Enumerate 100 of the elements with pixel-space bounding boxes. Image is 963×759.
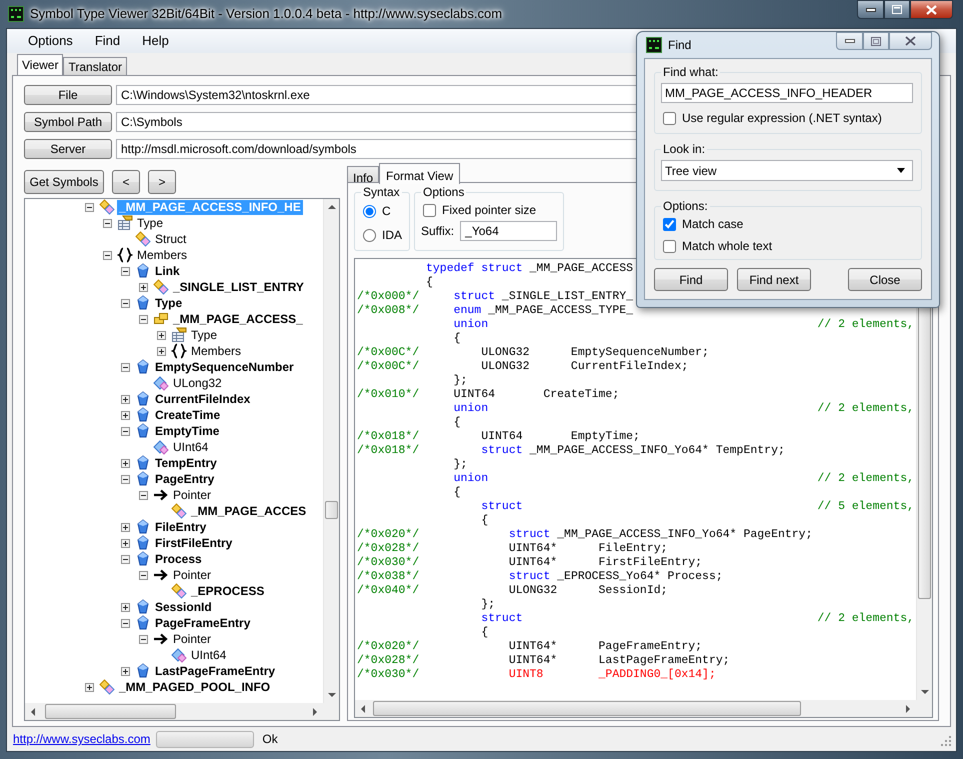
tree-toggle[interactable] (139, 634, 148, 644)
scroll-down-icon[interactable] (921, 690, 929, 694)
scroll-up-icon[interactable] (328, 205, 336, 209)
get-symbols-button[interactable]: Get Symbols (24, 170, 104, 194)
checkbox[interactable] (663, 218, 676, 230)
forward-button[interactable]: > (148, 170, 176, 194)
tree-node[interactable]: Pointer (171, 632, 214, 646)
tree-node[interactable]: _MM_PAGED_POOL_INFO (117, 680, 272, 694)
tree-toggle[interactable] (121, 554, 130, 564)
maximize-button[interactable] (884, 0, 910, 19)
dialog-button[interactable]: Find (654, 268, 728, 291)
tree-toggle[interactable] (139, 490, 148, 500)
checkbox-label[interactable]: Match whole text (682, 237, 772, 255)
tree-node[interactable]: UInt64 (189, 648, 228, 662)
menu-item[interactable]: Find (84, 31, 132, 51)
tree-toggle[interactable] (121, 426, 130, 436)
tree-node[interactable]: _MM_PAGE_ACCESS_ (171, 312, 305, 326)
suffix-field[interactable]: _Yo64 (460, 221, 557, 241)
tree-node[interactable]: _MM_PAGE_ACCES (189, 504, 308, 518)
scrollbar-thumb[interactable] (45, 704, 176, 719)
tree-node[interactable]: Struct (153, 232, 188, 246)
back-button[interactable]: < (112, 170, 140, 194)
tree-node[interactable]: CreateTime (153, 408, 222, 422)
tree-toggle[interactable] (121, 394, 130, 404)
tree-node[interactable]: Link (153, 264, 182, 278)
tree-toggle[interactable] (121, 538, 130, 548)
radio-button[interactable] (363, 204, 376, 218)
tree-toggle[interactable] (121, 522, 130, 532)
scroll-down-icon[interactable] (328, 693, 336, 697)
tree-node[interactable]: PageFrameEntry (153, 616, 252, 630)
checkbox[interactable] (423, 204, 436, 216)
scrollbar-thumb[interactable] (373, 701, 801, 716)
radio-label[interactable]: C (382, 202, 391, 220)
tree-toggle[interactable] (157, 346, 166, 356)
dialog-button[interactable]: Find next (737, 268, 811, 291)
menu-item[interactable]: Help (131, 31, 180, 51)
scrollbar[interactable] (323, 199, 339, 703)
tree-node[interactable]: UInt64 (171, 440, 210, 454)
scroll-right-icon[interactable] (906, 705, 910, 713)
tree-node[interactable]: TempEntry (153, 456, 219, 470)
scrollbar[interactable] (355, 700, 916, 717)
minimize-button[interactable] (836, 32, 863, 50)
tree-toggle[interactable] (103, 250, 112, 260)
scrollbar[interactable] (25, 703, 323, 720)
tab[interactable]: Info (347, 166, 380, 183)
tree-toggle[interactable] (121, 362, 130, 372)
tree-toggle[interactable] (121, 602, 130, 612)
dropdown[interactable]: Tree view (661, 160, 913, 181)
tree-node[interactable]: Process (153, 552, 204, 566)
checkbox[interactable] (663, 112, 676, 124)
tree-toggle[interactable] (121, 266, 130, 276)
scrollbar-thumb[interactable] (325, 501, 338, 520)
path-button[interactable]: Symbol Path (24, 112, 112, 132)
close-button[interactable] (889, 32, 932, 50)
tree-node[interactable]: EmptyTime (153, 424, 222, 438)
tree-toggle[interactable] (85, 682, 94, 692)
tree-toggle[interactable] (103, 218, 112, 228)
tree-toggle[interactable] (121, 410, 130, 420)
tree-node[interactable]: _SINGLE_LIST_ENTRY (171, 280, 306, 294)
path-button[interactable]: Server (24, 139, 112, 159)
tree-node[interactable]: PageEntry (153, 472, 216, 486)
close-button[interactable] (910, 0, 953, 19)
tree-node[interactable]: LastPageFrameEntry (153, 664, 278, 678)
tree-toggle[interactable] (121, 618, 130, 628)
tree-toggle[interactable] (121, 298, 130, 308)
tree-toggle[interactable] (139, 314, 148, 324)
radio-label[interactable]: IDA (382, 226, 402, 244)
tab[interactable]: Translator (63, 57, 128, 75)
tree-node[interactable]: Members (135, 248, 190, 262)
tree-toggle[interactable] (157, 330, 166, 340)
tree-node[interactable]: Members (189, 344, 244, 358)
tree-toggle[interactable] (121, 666, 130, 676)
scroll-right-icon[interactable] (313, 708, 317, 716)
path-button[interactable]: File (24, 85, 112, 105)
tab[interactable]: Format View (379, 163, 460, 184)
radio-button[interactable] (363, 228, 376, 242)
tree-node[interactable]: _EPROCESS (189, 584, 266, 598)
tree-node[interactable]: Type (189, 328, 220, 342)
tree-node[interactable]: CurrentFileIndex (153, 392, 252, 406)
checkbox-label[interactable]: Use regular expression (.NET syntax) (682, 109, 882, 127)
tree-node[interactable]: FirstFileEntry (153, 536, 234, 550)
dialog-button[interactable]: Close (848, 268, 922, 291)
search-field[interactable]: MM_PAGE_ACCESS_INFO_HEADER (661, 83, 913, 103)
tree-node[interactable]: FileEntry (153, 520, 208, 534)
tree-node[interactable]: SessionId (153, 600, 214, 614)
tree-node[interactable]: Pointer (171, 568, 214, 582)
tree-toggle[interactable] (121, 458, 130, 468)
scroll-left-icon[interactable] (31, 708, 35, 716)
tree-toggle[interactable] (139, 570, 148, 580)
tree-toggle[interactable] (85, 202, 94, 212)
menu-item[interactable]: Options (17, 31, 84, 51)
minimize-button[interactable] (857, 0, 884, 19)
website-link[interactable]: http://www.syseclabs.com (13, 730, 150, 748)
tree-toggle[interactable] (121, 474, 130, 484)
tree-node[interactable]: ULong32 (171, 376, 224, 390)
checkbox-label[interactable]: Fixed pointer size (442, 201, 536, 219)
checkbox-label[interactable]: Match case (682, 215, 744, 233)
checkbox[interactable] (663, 240, 676, 252)
tree-node[interactable]: Type (135, 216, 166, 230)
tree-node[interactable]: Type (153, 296, 184, 310)
